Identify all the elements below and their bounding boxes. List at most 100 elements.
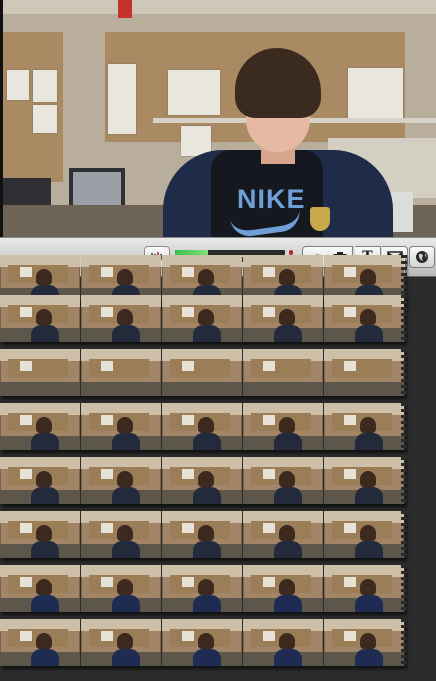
thumb-person-hair <box>117 525 133 541</box>
thumb-poster <box>101 523 113 533</box>
thumb-poster <box>101 631 113 641</box>
clip-thumbnail[interactable] <box>0 457 80 504</box>
clip-thumbnail[interactable] <box>0 565 80 612</box>
clip-thumbnail[interactable] <box>324 349 404 396</box>
thumb-person-body <box>274 649 302 666</box>
clip-thumbnail[interactable] <box>162 457 242 504</box>
thumb-person-body <box>112 433 140 450</box>
thumb-person-hair <box>36 525 52 541</box>
clip-thumbnail[interactable] <box>81 619 161 666</box>
thumb-corkboard <box>332 359 392 377</box>
filmstrip-row[interactable] <box>0 565 407 612</box>
thumb-person-hair <box>279 417 295 433</box>
thumb-person-body <box>355 433 383 450</box>
thumb-poster <box>20 523 32 533</box>
strip-torn-edge <box>401 403 407 450</box>
thumb-person-hair <box>279 471 295 487</box>
thumb-desk <box>81 382 161 396</box>
clip-thumbnail[interactable] <box>243 565 323 612</box>
thumb-person-hair <box>36 579 52 595</box>
thumb-desk <box>324 382 404 396</box>
thumb-poster <box>344 307 356 317</box>
clip-thumbnail[interactable] <box>81 511 161 558</box>
thumb-poster <box>344 631 356 641</box>
thumb-person-body <box>193 595 221 612</box>
fire-alarm <box>118 0 132 18</box>
clip-thumbnail[interactable] <box>0 403 80 450</box>
clip-thumbnail[interactable] <box>0 619 80 666</box>
thumb-poster <box>20 631 32 641</box>
clip-thumbnail[interactable] <box>324 619 404 666</box>
clip-thumbnail[interactable] <box>81 457 161 504</box>
clip-thumbnail[interactable] <box>0 295 80 342</box>
filmstrip-row[interactable] <box>0 295 407 342</box>
thumb-poster <box>101 577 113 587</box>
thumb-corkboard <box>251 359 311 377</box>
clip-thumbnail[interactable] <box>162 619 242 666</box>
thumb-poster <box>182 631 194 641</box>
clip-thumbnail[interactable] <box>243 457 323 504</box>
clip-thumbnail[interactable] <box>81 403 161 450</box>
thumb-person-hair <box>360 471 376 487</box>
thumb-poster <box>182 267 194 277</box>
clip-thumbnail[interactable] <box>243 511 323 558</box>
strip-torn-edge <box>401 511 407 558</box>
filmstrip-row[interactable] <box>0 511 407 558</box>
thumb-poster <box>101 307 113 317</box>
thumb-corkboard <box>170 359 230 377</box>
thumb-person-body <box>112 649 140 666</box>
thumb-person-hair <box>279 525 295 541</box>
thumb-poster <box>101 469 113 479</box>
thumb-person-body <box>355 325 383 342</box>
thumb-poster <box>344 577 356 587</box>
thumb-poster <box>263 361 275 371</box>
thumb-person-body <box>355 595 383 612</box>
thumb-person-body <box>274 541 302 558</box>
clip-thumbnail[interactable] <box>324 511 404 558</box>
poster <box>168 70 220 115</box>
filmstrip-row[interactable] <box>0 403 407 450</box>
clip-thumbnail[interactable] <box>162 565 242 612</box>
clip-thumbnail[interactable] <box>324 295 404 342</box>
clip-thumbnail[interactable] <box>243 619 323 666</box>
thumb-poster <box>20 415 32 425</box>
thumb-person-hair <box>360 309 376 325</box>
thumb-person-body <box>193 487 221 504</box>
clip-thumbnail[interactable] <box>0 349 80 396</box>
thumb-person-hair <box>279 579 295 595</box>
clip-thumbnail[interactable] <box>243 403 323 450</box>
thumb-poster <box>263 523 275 533</box>
strip-torn-edge <box>401 295 407 342</box>
clip-thumbnail[interactable] <box>324 565 404 612</box>
thumb-person-body <box>112 541 140 558</box>
clip-thumbnail[interactable] <box>324 457 404 504</box>
clip-thumbnail[interactable] <box>162 295 242 342</box>
thumb-person-hair <box>36 417 52 433</box>
clip-thumbnail[interactable] <box>162 403 242 450</box>
thumb-person-hair <box>117 471 133 487</box>
clip-thumbnail[interactable] <box>243 349 323 396</box>
preview-viewer[interactable]: NIKE <box>0 0 436 237</box>
clip-thumbnail[interactable] <box>81 349 161 396</box>
clip-thumbnail[interactable] <box>162 511 242 558</box>
map-button[interactable] <box>409 246 435 268</box>
clip-thumbnail[interactable] <box>324 403 404 450</box>
thumb-poster <box>20 361 32 371</box>
clip-thumbnail[interactable] <box>0 511 80 558</box>
thumb-person-body <box>31 487 59 504</box>
thumb-person-hair <box>198 309 214 325</box>
thumb-person-hair <box>198 269 214 285</box>
thumb-person-body <box>355 487 383 504</box>
filmstrip-row[interactable] <box>0 349 407 396</box>
clip-thumbnail[interactable] <box>81 565 161 612</box>
video-frame: NIKE <box>3 0 436 237</box>
thumb-poster <box>344 523 356 533</box>
filmstrip-row[interactable] <box>0 619 407 666</box>
globe-icon <box>416 251 428 263</box>
filmstrip-row[interactable] <box>0 457 407 504</box>
clip-thumbnail[interactable] <box>81 295 161 342</box>
clip-thumbnail[interactable] <box>162 349 242 396</box>
clip-thumbnail[interactable] <box>243 295 323 342</box>
thumb-person-hair <box>117 633 133 649</box>
thumb-poster <box>182 523 194 533</box>
